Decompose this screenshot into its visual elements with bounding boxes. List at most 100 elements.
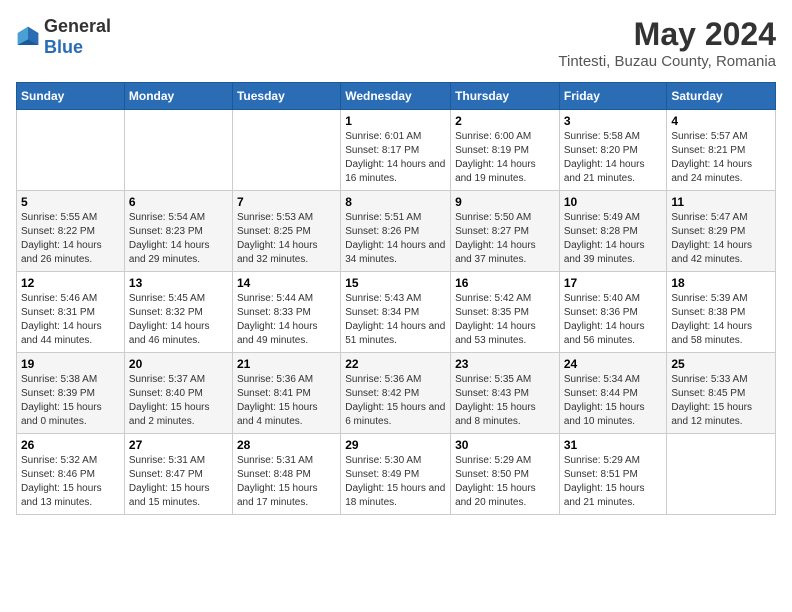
calendar-week-row: 19 Sunrise: 5:38 AMSunset: 8:39 PMDayligh… bbox=[17, 353, 776, 434]
day-info: Sunrise: 6:01 AMSunset: 8:17 PMDaylight:… bbox=[345, 130, 446, 186]
day-number: 9 bbox=[455, 195, 555, 209]
calendar-week-row: 1 Sunrise: 6:01 AMSunset: 8:17 PMDaylight… bbox=[17, 110, 776, 191]
day-number: 1 bbox=[345, 114, 446, 128]
calendar-cell: 16 Sunrise: 5:42 AMSunset: 8:35 PMDayligh… bbox=[451, 272, 560, 353]
day-info: Sunrise: 5:31 AMSunset: 8:48 PMDaylight:… bbox=[237, 454, 336, 510]
calendar-table: SundayMondayTuesdayWednesdayThursdayFrid… bbox=[16, 82, 776, 515]
calendar-cell: 28 Sunrise: 5:31 AMSunset: 8:48 PMDayligh… bbox=[232, 434, 340, 515]
day-info: Sunrise: 5:47 AMSunset: 8:29 PMDaylight:… bbox=[671, 211, 771, 267]
calendar-cell: 5 Sunrise: 5:55 AMSunset: 8:22 PMDaylight… bbox=[17, 191, 125, 272]
calendar-cell bbox=[667, 434, 776, 515]
day-info: Sunrise: 5:46 AMSunset: 8:31 PMDaylight:… bbox=[21, 292, 120, 348]
calendar-cell: 6Sunrise: 5:54 AMSunset: 8:23 PMDaylight… bbox=[124, 191, 232, 272]
day-number: 28 bbox=[237, 438, 336, 452]
day-number: 30 bbox=[455, 438, 555, 452]
calendar-cell: 11Sunrise: 5:47 AMSunset: 8:29 PMDayligh… bbox=[667, 191, 776, 272]
calendar-cell: 31 Sunrise: 5:29 AMSunset: 8:51 PMDayligh… bbox=[559, 434, 667, 515]
calendar-cell: 8 Sunrise: 5:51 AMSunset: 8:26 PMDaylight… bbox=[341, 191, 451, 272]
day-info: Sunrise: 5:44 AMSunset: 8:33 PMDaylight:… bbox=[237, 292, 336, 348]
main-title: May 2024 bbox=[558, 16, 776, 53]
calendar-cell: 26 Sunrise: 5:32 AMSunset: 8:46 PMDayligh… bbox=[17, 434, 125, 515]
day-number: 19 bbox=[21, 357, 120, 371]
day-info: Sunrise: 5:32 AMSunset: 8:46 PMDaylight:… bbox=[21, 454, 120, 510]
calendar-cell: 1 Sunrise: 6:01 AMSunset: 8:17 PMDaylight… bbox=[341, 110, 451, 191]
calendar-week-row: 12Sunrise: 5:46 AMSunset: 8:31 PMDayligh… bbox=[17, 272, 776, 353]
day-number: 16 bbox=[455, 276, 555, 290]
calendar-cell: 22Sunrise: 5:36 AMSunset: 8:42 PMDayligh… bbox=[341, 353, 451, 434]
day-info: Sunrise: 5:30 AMSunset: 8:49 PMDaylight:… bbox=[345, 454, 446, 510]
logo-text: General Blue bbox=[44, 16, 111, 58]
calendar-cell: 14 Sunrise: 5:44 AMSunset: 8:33 PMDayligh… bbox=[232, 272, 340, 353]
calendar-cell: 27Sunrise: 5:31 AMSunset: 8:47 PMDayligh… bbox=[124, 434, 232, 515]
day-info: Sunrise: 5:36 AMSunset: 8:41 PMDaylight:… bbox=[237, 373, 336, 429]
weekday-header-sunday: Sunday bbox=[17, 83, 125, 110]
day-info: Sunrise: 5:40 AMSunset: 8:36 PMDaylight:… bbox=[564, 292, 663, 348]
day-info: Sunrise: 5:31 AMSunset: 8:47 PMDaylight:… bbox=[129, 454, 228, 510]
day-number: 21 bbox=[237, 357, 336, 371]
day-info: Sunrise: 5:38 AMSunset: 8:39 PMDaylight:… bbox=[21, 373, 120, 429]
calendar-cell: 20Sunrise: 5:37 AMSunset: 8:40 PMDayligh… bbox=[124, 353, 232, 434]
day-number: 31 bbox=[564, 438, 663, 452]
day-number: 2 bbox=[455, 114, 555, 128]
day-info: Sunrise: 5:58 AMSunset: 8:20 PMDaylight:… bbox=[564, 130, 663, 186]
day-info: Sunrise: 5:57 AMSunset: 8:21 PMDaylight:… bbox=[671, 130, 771, 186]
calendar-cell: 24Sunrise: 5:34 AMSunset: 8:44 PMDayligh… bbox=[559, 353, 667, 434]
logo-blue: Blue bbox=[44, 37, 83, 57]
day-info: Sunrise: 5:34 AMSunset: 8:44 PMDaylight:… bbox=[564, 373, 663, 429]
calendar-cell bbox=[232, 110, 340, 191]
day-info: Sunrise: 5:50 AMSunset: 8:27 PMDaylight:… bbox=[455, 211, 555, 267]
day-number: 26 bbox=[21, 438, 120, 452]
day-info: Sunrise: 6:00 AMSunset: 8:19 PMDaylight:… bbox=[455, 130, 555, 186]
day-number: 4 bbox=[671, 114, 771, 128]
day-number: 29 bbox=[345, 438, 446, 452]
weekday-header-friday: Friday bbox=[559, 83, 667, 110]
calendar-cell: 18Sunrise: 5:39 AMSunset: 8:38 PMDayligh… bbox=[667, 272, 776, 353]
day-info: Sunrise: 5:29 AMSunset: 8:51 PMDaylight:… bbox=[564, 454, 663, 510]
calendar-cell: 13Sunrise: 5:45 AMSunset: 8:32 PMDayligh… bbox=[124, 272, 232, 353]
calendar-cell: 7 Sunrise: 5:53 AMSunset: 8:25 PMDaylight… bbox=[232, 191, 340, 272]
calendar-cell: 21 Sunrise: 5:36 AMSunset: 8:41 PMDayligh… bbox=[232, 353, 340, 434]
day-number: 15 bbox=[345, 276, 446, 290]
day-number: 23 bbox=[455, 357, 555, 371]
day-number: 13 bbox=[129, 276, 228, 290]
day-number: 14 bbox=[237, 276, 336, 290]
day-number: 10 bbox=[564, 195, 663, 209]
weekday-header-tuesday: Tuesday bbox=[232, 83, 340, 110]
day-number: 8 bbox=[345, 195, 446, 209]
calendar-week-row: 5 Sunrise: 5:55 AMSunset: 8:22 PMDaylight… bbox=[17, 191, 776, 272]
calendar-cell: 9 Sunrise: 5:50 AMSunset: 8:27 PMDaylight… bbox=[451, 191, 560, 272]
day-number: 17 bbox=[564, 276, 663, 290]
day-number: 5 bbox=[21, 195, 120, 209]
day-info: Sunrise: 5:51 AMSunset: 8:26 PMDaylight:… bbox=[345, 211, 446, 267]
weekday-header-saturday: Saturday bbox=[667, 83, 776, 110]
weekday-header-monday: Monday bbox=[124, 83, 232, 110]
calendar-cell: 10Sunrise: 5:49 AMSunset: 8:28 PMDayligh… bbox=[559, 191, 667, 272]
calendar-cell bbox=[17, 110, 125, 191]
calendar-cell: 2 Sunrise: 6:00 AMSunset: 8:19 PMDaylight… bbox=[451, 110, 560, 191]
title-block: May 2024 Tintesti, Buzau County, Romania bbox=[558, 16, 776, 70]
calendar-cell: 3 Sunrise: 5:58 AMSunset: 8:20 PMDaylight… bbox=[559, 110, 667, 191]
calendar-cell: 23 Sunrise: 5:35 AMSunset: 8:43 PMDayligh… bbox=[451, 353, 560, 434]
calendar-cell: 25Sunrise: 5:33 AMSunset: 8:45 PMDayligh… bbox=[667, 353, 776, 434]
calendar-cell bbox=[124, 110, 232, 191]
weekday-header-wednesday: Wednesday bbox=[341, 83, 451, 110]
day-info: Sunrise: 5:35 AMSunset: 8:43 PMDaylight:… bbox=[455, 373, 555, 429]
day-info: Sunrise: 5:53 AMSunset: 8:25 PMDaylight:… bbox=[237, 211, 336, 267]
subtitle: Tintesti, Buzau County, Romania bbox=[558, 53, 776, 70]
calendar-cell: 15 Sunrise: 5:43 AMSunset: 8:34 PMDayligh… bbox=[341, 272, 451, 353]
day-number: 7 bbox=[237, 195, 336, 209]
day-info: Sunrise: 5:37 AMSunset: 8:40 PMDaylight:… bbox=[129, 373, 228, 429]
logo: General Blue bbox=[16, 16, 111, 58]
day-info: Sunrise: 5:42 AMSunset: 8:35 PMDaylight:… bbox=[455, 292, 555, 348]
day-number: 6 bbox=[129, 195, 228, 209]
day-number: 3 bbox=[564, 114, 663, 128]
logo-general: General bbox=[44, 16, 111, 36]
day-info: Sunrise: 5:55 AMSunset: 8:22 PMDaylight:… bbox=[21, 211, 120, 267]
calendar-cell: 29 Sunrise: 5:30 AMSunset: 8:49 PMDayligh… bbox=[341, 434, 451, 515]
calendar-cell: 4 Sunrise: 5:57 AMSunset: 8:21 PMDaylight… bbox=[667, 110, 776, 191]
day-info: Sunrise: 5:43 AMSunset: 8:34 PMDaylight:… bbox=[345, 292, 446, 348]
page-header: General Blue May 2024 Tintesti, Buzau Co… bbox=[16, 16, 776, 70]
calendar-cell: 30 Sunrise: 5:29 AMSunset: 8:50 PMDayligh… bbox=[451, 434, 560, 515]
day-info: Sunrise: 5:36 AMSunset: 8:42 PMDaylight:… bbox=[345, 373, 446, 429]
day-info: Sunrise: 5:29 AMSunset: 8:50 PMDaylight:… bbox=[455, 454, 555, 510]
